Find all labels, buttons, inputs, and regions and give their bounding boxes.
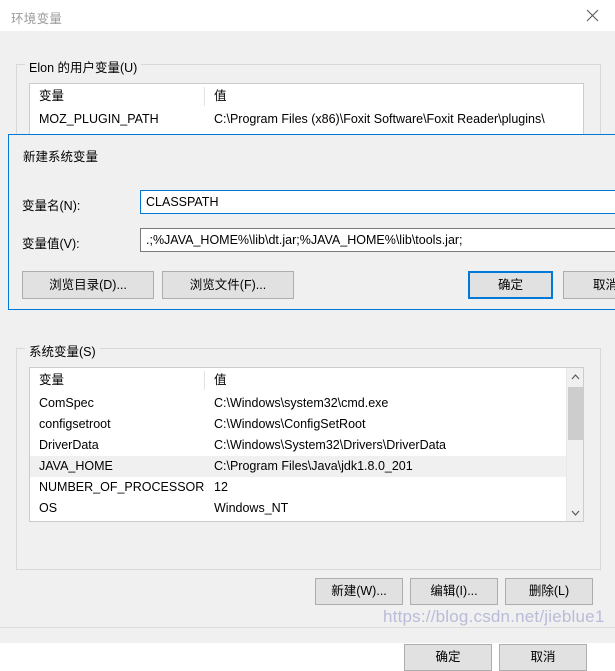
system-variable-value: C:\Program Files (x86)\Common Files\Orac… — [205, 519, 583, 521]
system-variable-value: C:\Program Files\Java\jdk1.8.0_201 — [214, 459, 413, 473]
cancel-button[interactable]: 取消 — [499, 644, 587, 671]
variable-value-input[interactable]: .;%JAVA_HOME%\lib\dt.jar;%JAVA_HOME%\lib… — [140, 228, 615, 252]
system-variables-legend: 系统变量(S) — [25, 341, 100, 360]
delete-system-variable-button[interactable]: 删除(L) — [505, 578, 593, 605]
modal-ok-button[interactable]: 确定 — [468, 271, 553, 299]
system-variable-name: DriverData — [39, 438, 99, 452]
user-list-header: 变量 值 — [30, 84, 583, 109]
close-button[interactable] — [569, 0, 615, 31]
system-column-name[interactable]: 变量 — [30, 368, 205, 393]
header-underline — [30, 392, 583, 393]
table-row[interactable]: Path C:\Program Files (x86)\Common Files… — [30, 519, 583, 521]
modal-title: 新建系统变量 — [23, 150, 99, 164]
edit-system-variable-button[interactable]: 编辑(I)... — [410, 578, 498, 605]
system-variable-name: configsetroot — [39, 417, 111, 431]
table-row[interactable]: MOZ_PLUGIN_PATH C:\Program Files (x86)\F… — [30, 109, 583, 130]
system-variable-value: C:\Windows\ConfigSetRoot — [214, 417, 366, 431]
variable-name-label: 变量名(N): — [22, 199, 81, 213]
environment-variables-window: 环境变量 Elon 的用户变量(U) 变量 值 MOZ_PLUGIN_PATH … — [0, 0, 615, 671]
title-bar: 环境变量 — [0, 0, 615, 31]
table-row[interactable]: ComSpec C:\Windows\system32\cmd.exe — [30, 393, 583, 414]
table-row[interactable]: DriverData C:\Windows\System32\Drivers\D… — [30, 435, 583, 456]
chevron-up-icon[interactable] — [567, 368, 583, 385]
system-variable-name: ComSpec — [39, 396, 94, 410]
footer-separator — [0, 627, 615, 628]
system-variable-name: Path — [30, 519, 205, 521]
window-title: 环境变量 — [11, 12, 63, 26]
ok-button[interactable]: 确定 — [404, 644, 492, 671]
user-column-value[interactable]: 值 — [205, 84, 583, 109]
system-variable-value: Windows_NT — [214, 501, 289, 515]
system-variable-value: C:\Windows\System32\Drivers\DriverData — [214, 438, 446, 452]
table-row[interactable]: configsetroot C:\Windows\ConfigSetRoot — [30, 414, 583, 435]
system-variable-name: OS — [39, 501, 58, 515]
new-system-variable-button[interactable]: 新建(W)... — [315, 578, 403, 605]
variable-value-label: 变量值(V): — [22, 237, 80, 251]
chevron-down-icon[interactable] — [567, 504, 583, 521]
user-variables-legend: Elon 的用户变量(U) — [25, 57, 142, 76]
variable-name-input[interactable]: CLASSPATH — [140, 190, 615, 214]
system-variables-group: 系统变量(S) 变量 值 ComSpec C:\Windows\system32… — [16, 341, 601, 570]
system-variable-name: JAVA_HOME — [39, 459, 113, 473]
system-variable-value: C:\Windows\system32\cmd.exe — [214, 396, 389, 410]
system-variable-value: 12 — [214, 480, 228, 494]
browse-directory-button[interactable]: 浏览目录(D)... — [22, 271, 154, 299]
system-list-header: 变量 值 — [30, 368, 583, 393]
table-row[interactable]: NUMBER_OF_PROCESSORS 12 — [30, 477, 583, 498]
table-row[interactable]: OS Windows_NT — [30, 498, 583, 519]
modal-cancel-button[interactable]: 取消 — [563, 271, 615, 299]
system-variables-list[interactable]: 变量 值 ComSpec C:\Windows\system32\cmd.exe… — [29, 367, 584, 522]
table-row-selected[interactable]: JAVA_HOME C:\Program Files\Java\jdk1.8.0… — [30, 456, 583, 477]
close-icon — [586, 9, 599, 22]
header-underline — [30, 108, 583, 109]
user-column-name[interactable]: 变量 — [30, 84, 205, 109]
system-variable-name: NUMBER_OF_PROCESSORS — [39, 480, 205, 494]
scrollbar-thumb[interactable] — [568, 387, 583, 440]
system-list-scrollbar[interactable] — [566, 368, 583, 521]
system-column-value[interactable]: 值 — [205, 368, 583, 393]
user-variable-value: C:\Program Files (x86)\Foxit Software\Fo… — [214, 112, 545, 126]
client-area: Elon 的用户变量(U) 变量 值 MOZ_PLUGIN_PATH C:\Pr… — [0, 31, 615, 671]
user-variable-name: MOZ_PLUGIN_PATH — [39, 112, 159, 126]
browse-file-button[interactable]: 浏览文件(F)... — [162, 271, 294, 299]
